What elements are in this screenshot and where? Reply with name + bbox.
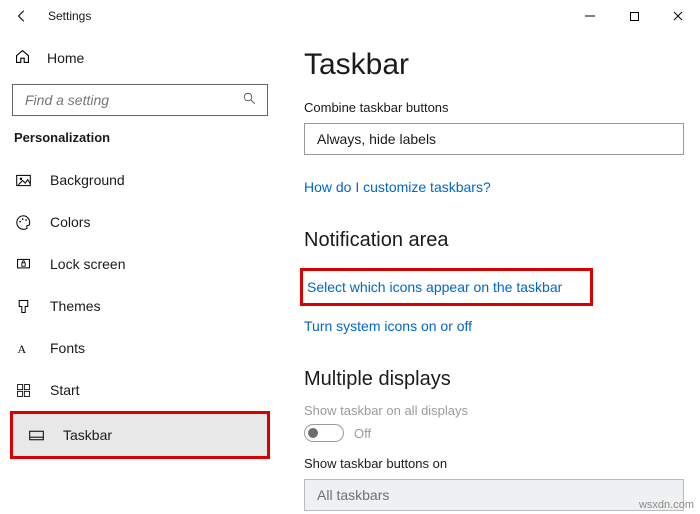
sidebar: Home Personalization Background (0, 32, 280, 514)
highlight-select-icons: Select which icons appear on the taskbar (300, 268, 593, 306)
search-icon (242, 91, 257, 109)
content-area: Taskbar Combine taskbar buttons Always, … (280, 32, 700, 514)
lock-screen-icon (14, 255, 32, 273)
combine-select[interactable]: Always, hide labels (304, 123, 684, 155)
notification-heading: Notification area (304, 229, 700, 252)
home-icon (14, 48, 31, 68)
page-title: Taskbar (304, 48, 700, 82)
svg-text:A: A (17, 341, 26, 355)
nav-item-label: Themes (50, 298, 101, 314)
nav-fonts[interactable]: A Fonts (0, 327, 280, 369)
nav-start[interactable]: Start (0, 369, 280, 411)
maximize-button[interactable] (612, 1, 656, 31)
customize-link[interactable]: How do I customize taskbars? (304, 179, 491, 195)
watermark: wsxdn.com (639, 499, 694, 511)
multiple-displays-heading: Multiple displays (304, 368, 700, 391)
image-icon (14, 171, 32, 189)
palette-icon (14, 213, 32, 231)
search-box[interactable] (12, 84, 268, 116)
select-value: All taskbars (317, 487, 389, 503)
nav-item-label: Start (50, 382, 80, 398)
toggle-state: Off (354, 426, 371, 441)
nav-item-label: Lock screen (50, 256, 125, 272)
nav-item-label: Taskbar (63, 427, 112, 443)
nav-home[interactable]: Home (0, 38, 280, 78)
start-icon (14, 381, 32, 399)
show-buttons-label: Show taskbar buttons on (304, 456, 700, 471)
fonts-icon: A (14, 339, 32, 357)
show-all-label: Show taskbar on all displays (304, 403, 700, 418)
select-value: Always, hide labels (317, 131, 436, 147)
show-all-toggle (304, 424, 344, 442)
show-buttons-select: All taskbars (304, 479, 684, 511)
system-icons-link[interactable]: Turn system icons on or off (304, 318, 472, 334)
back-button[interactable] (12, 6, 32, 26)
nav-themes[interactable]: Themes (0, 285, 280, 327)
nav-taskbar[interactable]: Taskbar (13, 414, 267, 456)
nav-list: Background Colors Lock screen (0, 159, 280, 411)
section-label: Personalization (0, 130, 280, 153)
settings-window: Settings Home (0, 0, 700, 514)
nav-item-label: Background (50, 172, 125, 188)
nav-lock-screen[interactable]: Lock screen (0, 243, 280, 285)
combine-label: Combine taskbar buttons (304, 100, 700, 115)
app-title: Settings (48, 9, 91, 23)
nav-background[interactable]: Background (0, 159, 280, 201)
minimize-button[interactable] (568, 1, 612, 31)
window-controls (568, 1, 700, 31)
nav-home-label: Home (47, 50, 84, 66)
nav-item-label: Fonts (50, 340, 85, 356)
highlight-taskbar: Taskbar (10, 411, 270, 459)
nav-item-label: Colors (50, 214, 90, 230)
search-input[interactable] (23, 91, 242, 109)
close-button[interactable] (656, 1, 700, 31)
titlebar: Settings (0, 0, 700, 32)
select-icons-link[interactable]: Select which icons appear on the taskbar (307, 279, 562, 295)
taskbar-icon (27, 426, 45, 444)
nav-colors[interactable]: Colors (0, 201, 280, 243)
themes-icon (14, 297, 32, 315)
